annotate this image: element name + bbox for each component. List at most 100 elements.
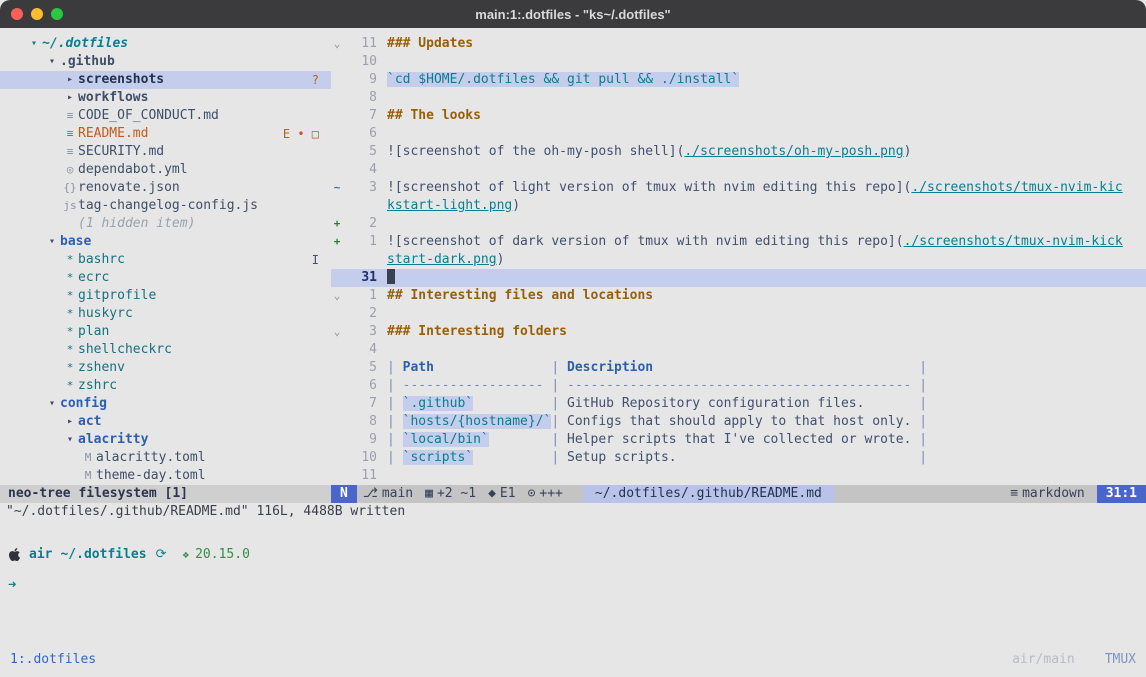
tree-item[interactable]: *zshenv: [0, 359, 331, 377]
editor-line[interactable]: +2: [331, 215, 1146, 233]
tree-item[interactable]: *gitprofile: [0, 287, 331, 305]
editor-line[interactable]: 5![screenshot of the oh-my-posh shell](.…: [331, 143, 1146, 161]
editor-line[interactable]: 9| `local/bin` | Helper scripts that I'v…: [331, 431, 1146, 449]
editor-line[interactable]: ⌄3### Interesting folders: [331, 323, 1146, 341]
line-text: | `local/bin` | Helper scripts that I've…: [377, 431, 927, 449]
folder-arrow-icon[interactable]: ▾: [62, 431, 78, 449]
editor-pane[interactable]: ⌄11### Updates109`cd $HOME/.dotfiles && …: [331, 35, 1146, 485]
tree-item[interactable]: Mtheme-day.toml: [0, 467, 331, 485]
line-text: | `scripts` | Setup scripts. |: [377, 449, 927, 467]
git-branch: ⎇main: [357, 485, 419, 503]
neotree-statusline: neo-tree filesystem [1]: [0, 485, 331, 503]
folder-arrow-icon[interactable]: ▾: [44, 395, 60, 413]
tree-item[interactable]: ▾.github: [0, 53, 331, 71]
tmux-window-item[interactable]: 1:.dotfiles: [10, 652, 96, 667]
prompt-cwd: ~/.dotfiles: [60, 547, 146, 562]
editor-line[interactable]: 4: [331, 341, 1146, 359]
editor-line[interactable]: +1![screenshot of dark version of tmux w…: [331, 233, 1146, 251]
tree-item[interactable]: ≡SECURITY.md: [0, 143, 331, 161]
editor-line[interactable]: 11: [331, 467, 1146, 485]
tree-item[interactable]: *bashrcI: [0, 251, 331, 269]
tree-item[interactable]: ▾base: [0, 233, 331, 251]
tree-item[interactable]: ◎dependabot.yml: [0, 161, 331, 179]
editor-line[interactable]: kstart-light.png): [331, 197, 1146, 215]
tree-item[interactable]: *zshrc: [0, 377, 331, 395]
editor-line[interactable]: 5| Path | Description |: [331, 359, 1146, 377]
editor-line[interactable]: start-dark.png): [331, 251, 1146, 269]
file-icon: *: [62, 287, 78, 305]
editor-line[interactable]: 10| `scripts` | Setup scripts. |: [331, 449, 1146, 467]
gutter: [331, 197, 343, 215]
editor-line[interactable]: 6| ------------------ | ----------------…: [331, 377, 1146, 395]
editor-line[interactable]: 6: [331, 125, 1146, 143]
editor-line[interactable]: 8| `hosts/{hostname}/`| Configs that sho…: [331, 413, 1146, 431]
tree-item[interactable]: ▾alacritty: [0, 431, 331, 449]
titlebar: main:1:.dotfiles - "ks~/.dotfiles": [0, 0, 1146, 28]
editor-line[interactable]: 7## The looks: [331, 107, 1146, 125]
tree-item-label: CODE_OF_CONDUCT.md: [78, 107, 219, 125]
cursor-position: 31:1: [1097, 485, 1146, 503]
editor-line[interactable]: ⌄11### Updates: [331, 35, 1146, 53]
tree-item[interactable]: ≡README.mdE • □: [0, 125, 331, 143]
gutter: [331, 251, 343, 269]
editor-line[interactable]: 31: [331, 269, 1146, 287]
editor-line[interactable]: 7| `.github` | GitHub Repository configu…: [331, 395, 1146, 413]
vim-message-line: "~/.dotfiles/.github/README.md" 116L, 44…: [0, 503, 1146, 521]
editor-line[interactable]: 10: [331, 53, 1146, 71]
tree-item[interactable]: ▸act: [0, 413, 331, 431]
tree-item[interactable]: *huskyrc: [0, 305, 331, 323]
folder-arrow-icon[interactable]: ▸: [62, 89, 78, 107]
tmux-session-name: air/main: [1012, 652, 1075, 667]
close-button[interactable]: [11, 8, 23, 20]
node-icon: ❖: [182, 548, 189, 561]
tree-item[interactable]: (1 hidden item): [0, 215, 331, 233]
tree-item[interactable]: *shellcheckrc: [0, 341, 331, 359]
line-text: ![screenshot of light version of tmux wi…: [377, 179, 1123, 197]
file-icon: M: [80, 449, 96, 467]
git-status-marker: ?: [312, 71, 319, 89]
folder-arrow-icon[interactable]: ▸: [62, 71, 78, 89]
tree-item[interactable]: *ecrc: [0, 269, 331, 287]
folder-arrow-icon[interactable]: ▾: [26, 35, 42, 53]
folder-arrow-icon[interactable]: ▸: [62, 413, 78, 431]
editor-line[interactable]: 8: [331, 89, 1146, 107]
tree-item[interactable]: jstag-changelog-config.js: [0, 197, 331, 215]
tree-item[interactable]: ▸screenshots?: [0, 71, 331, 89]
folder-arrow-icon[interactable]: ▾: [44, 53, 60, 71]
tree-item[interactable]: ▾~/.dotfiles: [0, 35, 331, 53]
gutter: [331, 449, 343, 467]
line-number: 10: [343, 449, 377, 467]
diagnostics: ◆E1: [482, 485, 521, 503]
prompt-arrow: ➜: [8, 577, 1146, 593]
editor-line[interactable]: 2: [331, 305, 1146, 323]
neo-tree-panel: ▾~/.dotfiles▾.github▸screenshots?▸workfl…: [0, 35, 331, 485]
editor-line[interactable]: ⌄1## Interesting files and locations: [331, 287, 1146, 305]
line-number: 3: [343, 323, 377, 341]
git-sign-icon: ~: [331, 179, 343, 197]
tree-item[interactable]: ≡CODE_OF_CONDUCT.md: [0, 107, 331, 125]
minimize-button[interactable]: [31, 8, 43, 20]
tmux-status-bar: 1:.dotfiles air/main TMUX: [0, 641, 1146, 677]
tree-item-label: zshrc: [78, 377, 117, 395]
mode-badge: N: [331, 485, 357, 503]
tree-item-label: base: [60, 233, 91, 251]
editor-line[interactable]: ~3![screenshot of light version of tmux …: [331, 179, 1146, 197]
editor-line[interactable]: 4: [331, 161, 1146, 179]
tree-item[interactable]: {}renovate.json: [0, 179, 331, 197]
window-title: main:1:.dotfiles - "ks~/.dotfiles": [475, 7, 670, 22]
tree-item[interactable]: ▾config: [0, 395, 331, 413]
fullscreen-button[interactable]: [51, 8, 63, 20]
tree-item[interactable]: ▸workflows: [0, 89, 331, 107]
folder-arrow-icon[interactable]: ▾: [44, 233, 60, 251]
line-number: 7: [343, 395, 377, 413]
line-text: ![screenshot of the oh-my-posh shell](./…: [377, 143, 911, 161]
lsp-icon: ⊙: [528, 486, 536, 501]
line-text: | ------------------ | -----------------…: [377, 377, 927, 395]
editor-line[interactable]: 9`cd $HOME/.dotfiles && git pull && ./in…: [331, 71, 1146, 89]
line-number: 9: [343, 71, 377, 89]
tree-item[interactable]: *plan: [0, 323, 331, 341]
tree-item-label: act: [78, 413, 101, 431]
tmux-pane-shell[interactable]: air ~/.dotfiles ⟳ ❖ 20.15.0 ➜: [0, 521, 1146, 641]
file-icon: js: [62, 197, 78, 215]
tree-item[interactable]: Malacritty.toml: [0, 449, 331, 467]
